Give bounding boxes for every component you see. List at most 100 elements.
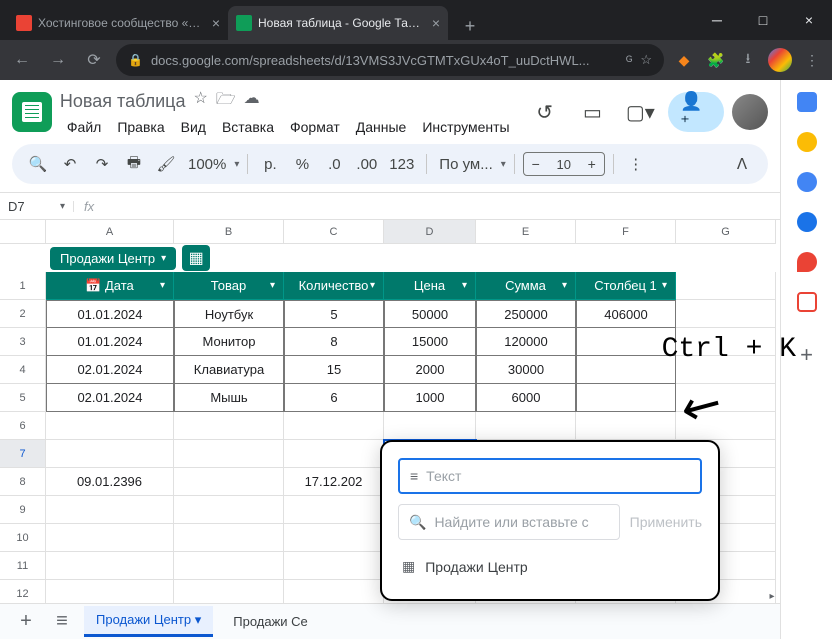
cell[interactable] <box>284 552 384 580</box>
cell[interactable] <box>46 552 174 580</box>
close-icon[interactable]: × <box>432 15 440 31</box>
table-expand-button[interactable]: ▦ <box>182 245 210 271</box>
cell[interactable] <box>174 440 284 468</box>
cell[interactable]: 50000 <box>384 300 476 328</box>
col-header-a[interactable]: A <box>46 220 174 244</box>
link-text-input[interactable]: ≡ Текст <box>398 458 702 494</box>
cell[interactable] <box>174 496 284 524</box>
minimize-button[interactable]: ─ <box>694 0 740 40</box>
fontsize-value[interactable]: 10 <box>548 157 580 172</box>
cell[interactable]: 01.01.2024 <box>46 300 174 328</box>
cell[interactable] <box>46 580 174 603</box>
select-all-corner[interactable] <box>0 220 46 244</box>
menu-file[interactable]: Файл <box>60 117 108 137</box>
cell[interactable]: Товар▾ <box>174 272 284 300</box>
cell[interactable]: Цена▾ <box>384 272 476 300</box>
document-name[interactable]: Новая таблица <box>60 91 186 112</box>
row-header[interactable]: 9 <box>0 496 46 524</box>
downloads-icon[interactable]: ⭳ <box>736 48 760 72</box>
cell[interactable] <box>174 580 284 603</box>
link-suggestion-item[interactable]: ▦ Продажи Центр <box>398 550 702 583</box>
add-sheet-button[interactable]: + <box>12 610 40 633</box>
cell[interactable]: 2000 <box>384 356 476 384</box>
number-format-button[interactable]: 123 <box>385 150 418 178</box>
cell[interactable]: Столбец 1▾ <box>576 272 676 300</box>
redo-button[interactable]: ↷ <box>88 150 116 178</box>
keep-icon[interactable] <box>797 132 817 152</box>
cell[interactable] <box>284 580 384 603</box>
url-input[interactable]: 🔒 docs.google.com/spreadsheets/d/13VMS3J… <box>116 44 664 76</box>
back-button[interactable]: ← <box>8 46 36 74</box>
cell[interactable] <box>576 412 676 440</box>
tasks-icon[interactable] <box>797 172 817 192</box>
menu-data[interactable]: Данные <box>349 117 414 137</box>
row-header[interactable]: 6 <box>0 412 46 440</box>
star-icon[interactable]: ☆ <box>640 52 652 68</box>
menu-edit[interactable]: Правка <box>110 117 171 137</box>
cell[interactable] <box>476 412 576 440</box>
cell[interactable]: Количество▾ <box>284 272 384 300</box>
cell[interactable] <box>384 412 476 440</box>
cell[interactable]: 30000 <box>476 356 576 384</box>
link-search-input[interactable]: 🔍 Найдите или вставьте с <box>398 504 620 540</box>
row-header[interactable]: 2 <box>0 300 46 328</box>
row-header[interactable]: 7 <box>0 440 46 468</box>
cell[interactable] <box>284 440 384 468</box>
cell[interactable]: Сумма▾ <box>476 272 576 300</box>
cell[interactable] <box>284 496 384 524</box>
scroll-right-icon[interactable]: ▸ <box>764 591 780 603</box>
cell[interactable]: Монитор <box>174 328 284 356</box>
cell[interactable]: 02.01.2024 <box>46 356 174 384</box>
cell[interactable] <box>284 524 384 552</box>
cell[interactable] <box>46 412 174 440</box>
cell[interactable]: Ноутбук <box>174 300 284 328</box>
cell[interactable] <box>46 524 174 552</box>
cell[interactable] <box>174 552 284 580</box>
reload-button[interactable]: ⟳ <box>80 46 108 74</box>
undo-button[interactable]: ↶ <box>56 150 84 178</box>
cell[interactable]: 120000 <box>476 328 576 356</box>
cell[interactable] <box>174 412 284 440</box>
row-header[interactable]: 4 <box>0 356 46 384</box>
sheet-tab-active[interactable]: Продажи Центр ▾ <box>84 606 213 637</box>
new-tab-button[interactable]: + <box>456 12 484 40</box>
cell[interactable]: 15000 <box>384 328 476 356</box>
close-button[interactable]: × <box>786 0 832 40</box>
history-button[interactable]: ↺ <box>525 92 565 132</box>
cell[interactable]: 250000 <box>476 300 576 328</box>
extension-metamask-icon[interactable]: ◆ <box>672 48 696 72</box>
browser-tab-2[interactable]: Новая таблица - Google Табли × <box>228 6 448 40</box>
menu-insert[interactable]: Вставка <box>215 117 281 137</box>
cell[interactable] <box>174 468 284 496</box>
row-header[interactable]: 5 <box>0 384 46 412</box>
search-menu-button[interactable]: 🔍 <box>24 150 52 178</box>
contacts-icon[interactable] <box>797 212 817 232</box>
row-header[interactable]: 1 <box>0 272 46 300</box>
all-sheets-button[interactable]: ≡ <box>48 610 76 633</box>
more-tools-button[interactable]: ⋮ <box>622 150 650 178</box>
apply-button[interactable]: Применить <box>630 514 702 530</box>
cell[interactable]: 8 <box>284 328 384 356</box>
cell[interactable]: 📅 Дата▾ <box>46 272 174 300</box>
add-addon-button[interactable]: + <box>800 342 813 368</box>
menu-view[interactable]: Вид <box>174 117 213 137</box>
cell[interactable] <box>46 440 174 468</box>
cell[interactable] <box>284 412 384 440</box>
col-header-f[interactable]: F <box>576 220 676 244</box>
col-header-b[interactable]: B <box>174 220 284 244</box>
profile-avatar[interactable] <box>768 48 792 72</box>
translate-icon[interactable]: ᴳ <box>626 53 632 68</box>
browser-menu-icon[interactable]: ⋮ <box>800 48 824 72</box>
col-header-c[interactable]: C <box>284 220 384 244</box>
cell[interactable]: 15 <box>284 356 384 384</box>
col-header-e[interactable]: E <box>476 220 576 244</box>
percent-button[interactable]: % <box>288 150 316 178</box>
cloud-icon[interactable]: ☁ <box>244 88 260 115</box>
col-header-d[interactable]: D <box>384 220 476 244</box>
cell[interactable] <box>676 300 776 328</box>
fontsize-increase[interactable]: + <box>580 156 604 172</box>
table-name-chip[interactable]: Продажи Центр ▾ <box>50 247 176 270</box>
paint-format-button[interactable]: 🖌 <box>152 150 180 178</box>
cell[interactable]: Мышь <box>174 384 284 412</box>
font-select[interactable]: По ум... <box>435 150 496 178</box>
